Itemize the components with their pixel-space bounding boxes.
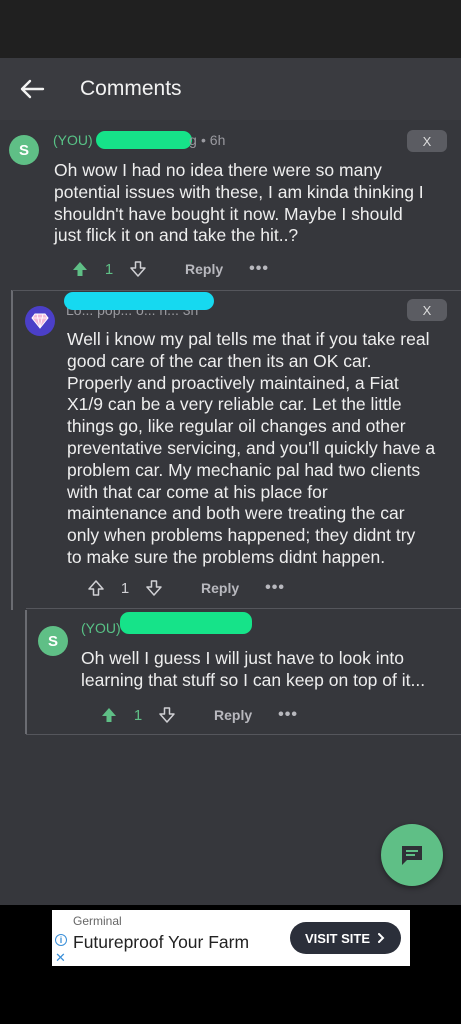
visit-site-button[interactable]: VISIT SITE xyxy=(290,922,401,954)
comment-author-tail: g xyxy=(189,132,197,148)
vote-score: 1 xyxy=(104,260,114,278)
hide-comment-button[interactable]: X xyxy=(407,299,447,321)
arrow-left-icon xyxy=(20,79,45,99)
more-options-icon[interactable]: ••• xyxy=(249,260,269,278)
redaction-mark xyxy=(64,292,214,310)
ad-brand: Germinal xyxy=(73,914,122,928)
avatar-letter: S xyxy=(18,141,29,159)
downvote-icon[interactable] xyxy=(145,579,163,597)
close-icon[interactable]: ✕ xyxy=(55,950,66,966)
comment-actions: 1 Reply ••• xyxy=(87,576,285,600)
diamond-icon xyxy=(31,313,49,329)
comment-body: Well i know my pal tells me that if you … xyxy=(67,329,436,567)
comment-author[interactable]: (YOU) xyxy=(81,620,121,636)
info-icon[interactable]: i xyxy=(55,934,67,946)
ad-area: Germinal Futureproof Your Farm i ✕ VISIT… xyxy=(0,905,461,1024)
avatar[interactable]: S xyxy=(38,626,68,656)
more-options-icon[interactable]: ••• xyxy=(265,579,285,597)
comment-time: • 6h xyxy=(201,132,226,148)
ad-banner[interactable]: Germinal Futureproof Your Farm i ✕ VISIT… xyxy=(52,910,410,966)
upvote-icon[interactable] xyxy=(71,260,89,278)
comment-author[interactable]: (YOU) xyxy=(53,132,93,148)
downvote-icon[interactable] xyxy=(158,706,176,724)
page-title: Comments xyxy=(80,77,182,100)
reply-button[interactable]: Reply xyxy=(214,707,252,723)
upvote-icon[interactable] xyxy=(87,579,105,597)
reply-button[interactable]: Reply xyxy=(201,580,239,596)
more-options-icon[interactable]: ••• xyxy=(278,706,298,724)
back-button[interactable] xyxy=(0,58,64,120)
hide-comment-button[interactable]: X xyxy=(407,130,447,152)
ad-headline: Futureproof Your Farm xyxy=(73,932,250,952)
redaction-mark xyxy=(120,612,252,634)
comment-icon xyxy=(402,846,422,865)
vote-score: 1 xyxy=(120,579,130,597)
comment: Lo... pop... o... h... 3h X Well i know … xyxy=(0,290,461,608)
upvote-icon[interactable] xyxy=(100,706,118,724)
new-comment-button[interactable] xyxy=(381,824,443,886)
redaction-mark xyxy=(96,131,192,149)
avatar[interactable]: S xyxy=(9,135,39,165)
comment-body: Oh wow I had no idea there were so many … xyxy=(54,160,424,246)
comments-list[interactable]: S (YOU) g • 6h X Oh wow I had no idea th… xyxy=(0,120,461,905)
chevron-right-icon xyxy=(378,933,385,943)
app-header: Comments xyxy=(0,58,461,120)
vote-score: 1 xyxy=(133,706,143,724)
comment: S (YOU) Oh well I guess I will just have… xyxy=(0,608,461,734)
comment-actions: 1 Reply ••• xyxy=(71,257,269,281)
comment-body: Oh well I guess I will just have to look… xyxy=(81,648,426,690)
avatar-letter: S xyxy=(47,632,58,650)
comment: S (YOU) g • 6h X Oh wow I had no idea th… xyxy=(0,120,461,285)
comment-actions: 1 Reply ••• xyxy=(100,703,298,727)
reply-button[interactable]: Reply xyxy=(185,261,223,277)
divider xyxy=(26,734,461,735)
avatar[interactable] xyxy=(25,306,55,336)
status-bar xyxy=(0,0,461,58)
downvote-icon[interactable] xyxy=(129,260,147,278)
